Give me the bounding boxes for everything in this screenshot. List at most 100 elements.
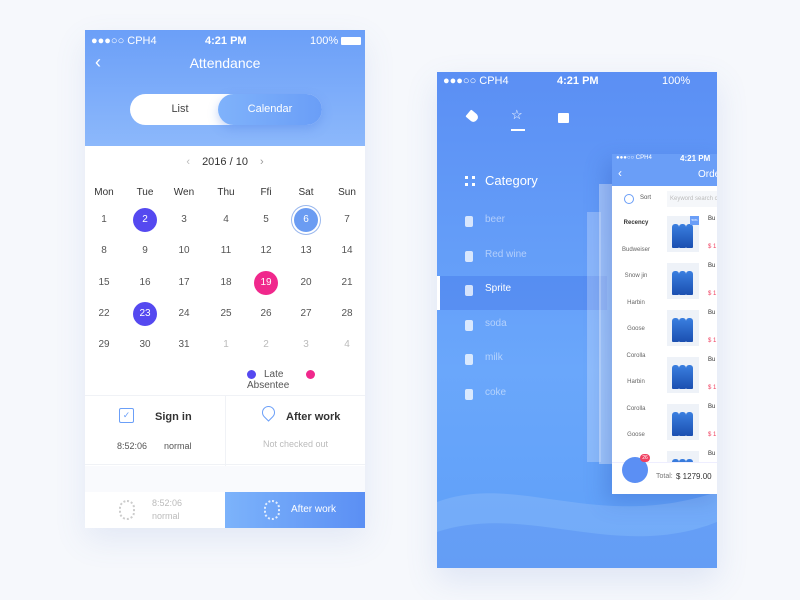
absentee-dot xyxy=(306,369,316,379)
star-icon[interactable]: ☆ xyxy=(511,107,523,123)
prev-month-icon[interactable]: ‹ xyxy=(186,156,190,168)
calendar-day[interactable]: 2 xyxy=(254,333,278,357)
category-icon xyxy=(465,354,473,365)
category-icon xyxy=(465,319,473,331)
calendar-day[interactable]: 22 xyxy=(92,302,116,326)
calendar-day[interactable]: 3 xyxy=(294,333,318,357)
category-item[interactable]: coke xyxy=(485,387,506,398)
next-month-icon[interactable]: › xyxy=(260,156,264,168)
category-item[interactable]: beer xyxy=(485,214,505,225)
category-item[interactable]: Sprite xyxy=(485,283,511,294)
calendar-day[interactable]: 4 xyxy=(335,333,359,357)
bottle-image xyxy=(686,318,693,342)
calendar-day[interactable]: 31 xyxy=(172,333,196,357)
calendar-day[interactable]: 3 xyxy=(172,208,196,232)
legend-late: Late xyxy=(264,369,284,380)
calendar-day[interactable]: 1 xyxy=(92,208,116,232)
back-icon[interactable]: ‹ xyxy=(618,166,622,180)
calendar-day[interactable]: 11 xyxy=(214,239,238,263)
weekday-label: Ffi xyxy=(260,187,272,198)
product-name[interactable]: Bu xyxy=(708,263,715,269)
bottle-image xyxy=(679,365,686,389)
calendar-day[interactable]: 13 xyxy=(294,239,318,263)
product-image[interactable] xyxy=(667,263,699,299)
after-work-button-label: After work xyxy=(291,504,337,515)
calendar-day[interactable]: 21 xyxy=(335,271,359,295)
calendar-day[interactable]: 30 xyxy=(133,333,157,357)
product-image[interactable] xyxy=(667,310,699,346)
calendar-day[interactable]: 25 xyxy=(214,302,238,326)
weekday-label: Sat xyxy=(298,187,314,198)
category-item[interactable]: Red wine xyxy=(485,249,527,260)
calendar-day[interactable]: 12 xyxy=(254,239,278,263)
calendar-day[interactable]: 1 xyxy=(214,333,238,357)
filter-item[interactable]: Recency xyxy=(612,220,660,226)
calendar-check-icon: ✓ xyxy=(119,408,134,423)
fingerprint-icon xyxy=(264,500,280,520)
tab-list[interactable]: List xyxy=(130,94,230,125)
weekday-label: Sun xyxy=(338,187,356,198)
filter-item[interactable]: Goose xyxy=(612,326,660,332)
filter-item[interactable]: Corolla xyxy=(612,353,660,359)
product-name[interactable]: Bu xyxy=(708,216,715,222)
bag-icon[interactable] xyxy=(558,113,569,123)
bottle-image xyxy=(686,224,693,248)
product-name[interactable]: Bu xyxy=(708,404,715,410)
tag-icon[interactable] xyxy=(465,109,480,124)
bottle-image xyxy=(686,271,693,295)
late-dot xyxy=(247,369,256,379)
cart-count-badge: 26 xyxy=(640,454,650,462)
product-image[interactable] xyxy=(667,404,699,440)
weekday-label: Thu xyxy=(217,187,235,198)
selected-row-bg xyxy=(437,276,607,310)
clock: 4:21 PM xyxy=(557,75,599,87)
search-input[interactable]: Keyword search c xyxy=(667,191,717,207)
weekday-label: Wen xyxy=(173,187,195,198)
calendar-day[interactable]: 4 xyxy=(214,208,238,232)
tab-calendar[interactable]: Calendar xyxy=(218,94,322,125)
battery: 100% xyxy=(310,35,339,47)
calendar-day[interactable]: 19 xyxy=(254,271,278,295)
calendar-day[interactable]: 20 xyxy=(294,271,318,295)
filter-item[interactable]: Budweiser xyxy=(612,247,660,253)
product-image[interactable] xyxy=(667,357,699,393)
wave-decoration xyxy=(437,492,717,568)
calendar-day[interactable]: 27 xyxy=(294,302,318,326)
calendar-day[interactable]: 7 xyxy=(335,208,359,232)
month-label: 2016 / 10 xyxy=(202,156,248,168)
category-item[interactable]: soda xyxy=(485,318,507,329)
calendar-day[interactable]: 5 xyxy=(254,208,278,232)
product-name[interactable]: Bu xyxy=(708,310,715,316)
filter-item[interactable]: Goose xyxy=(612,432,660,438)
calendar-day[interactable]: 17 xyxy=(172,271,196,295)
category-item[interactable]: milk xyxy=(485,352,503,363)
filter-item[interactable]: Snow jin xyxy=(612,273,660,279)
product-name[interactable]: Bu xyxy=(708,451,715,457)
category-icon xyxy=(465,285,473,296)
calendar-day[interactable]: 2 xyxy=(133,208,157,232)
bottle-image xyxy=(679,318,686,342)
filter-item[interactable]: Harbin xyxy=(612,300,660,306)
sort-label[interactable]: Sort xyxy=(640,195,651,201)
calendar-day[interactable]: 23 xyxy=(133,302,157,326)
calendar-day[interactable]: 28 xyxy=(335,302,359,326)
calendar-day[interactable]: 29 xyxy=(92,333,116,357)
filter-item[interactable]: Corolla xyxy=(612,406,660,412)
calendar-day[interactable]: 8 xyxy=(92,239,116,263)
header: ●●●○○ CPH4 4:21 PM 100% ‹ Attendance Lis… xyxy=(85,30,365,146)
calendar-day[interactable]: 16 xyxy=(133,271,157,295)
calendar-day[interactable]: 14 xyxy=(335,239,359,263)
calendar-day[interactable]: 6 xyxy=(294,208,318,232)
calendar-day[interactable]: 24 xyxy=(172,302,196,326)
calendar-day[interactable]: 26 xyxy=(254,302,278,326)
filter-item[interactable]: Harbin xyxy=(612,379,660,385)
weekday-label: Mon xyxy=(94,187,114,198)
product-name[interactable]: Bu xyxy=(708,357,715,363)
calendar-day[interactable]: 18 xyxy=(214,271,238,295)
sort-icon[interactable] xyxy=(624,194,634,204)
calendar-day[interactable]: 9 xyxy=(133,239,157,263)
after-work-button[interactable]: After work xyxy=(225,492,365,528)
calendar-day[interactable]: 15 xyxy=(92,271,116,295)
calendar-day[interactable]: 10 xyxy=(172,239,196,263)
sign-in-label: Sign in xyxy=(155,411,192,423)
